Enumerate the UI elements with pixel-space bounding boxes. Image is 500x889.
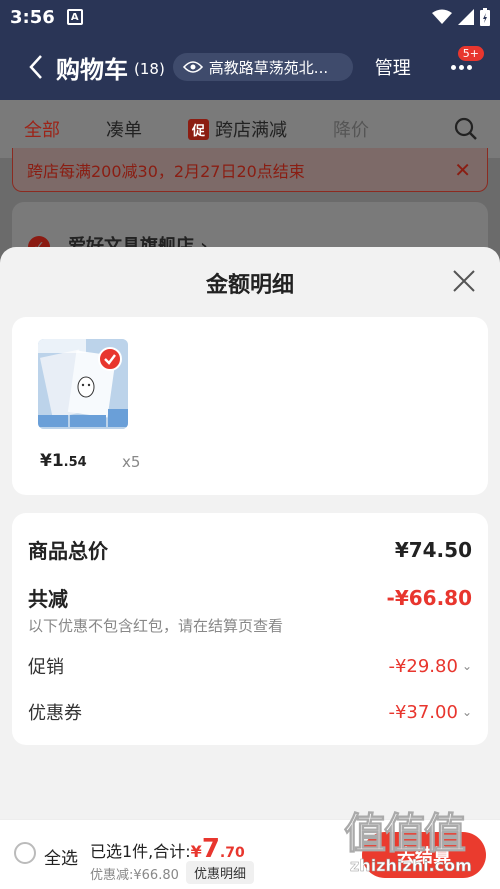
promo-value: -¥29.80 xyxy=(388,655,458,677)
tab-label: 跨店满减 xyxy=(215,120,288,141)
promo-row[interactable]: 促销 -¥29.80 ⌄ xyxy=(28,653,472,679)
coupon-label: 优惠券 xyxy=(28,703,82,724)
total-value: ¥74.50 xyxy=(394,537,472,562)
total-row: 商品总价 ¥74.50 xyxy=(28,535,472,564)
more-button[interactable]: 5+ xyxy=(446,46,484,78)
coupon-row[interactable]: 优惠券 -¥37.00 ⌄ xyxy=(28,699,472,725)
promo-badge: 促 xyxy=(188,118,210,140)
location-selector[interactable]: 高教路草荡苑北... xyxy=(172,53,353,81)
manage-button[interactable]: 管理 xyxy=(375,54,411,80)
sheet-title: 金额明细 xyxy=(205,273,294,298)
cart-count: (18) xyxy=(134,60,165,78)
promo-value-wrap: -¥29.80 ⌄ xyxy=(388,656,472,677)
total-small: .70 xyxy=(219,845,245,861)
total-amount: ¥7.70 xyxy=(191,834,245,864)
goods-price: ¥1.54 xyxy=(40,451,87,471)
reduce-value: -¥66.80 xyxy=(386,585,472,610)
select-all-label[interactable]: 全选 xyxy=(44,844,78,869)
location-text: 高教路草荡苑北... xyxy=(208,58,329,77)
search-button[interactable] xyxy=(454,117,478,146)
coupon-value: -¥37.00 xyxy=(388,701,458,723)
close-icon[interactable]: ✕ xyxy=(454,158,471,182)
tab-label: 降价 xyxy=(333,120,370,141)
chevron-down-icon: ⌄ xyxy=(461,705,472,719)
reduce-label: 共减 xyxy=(28,587,68,611)
checkout-bar: 全选 已选1件,合计: ¥7.70 优惠减:¥66.80 优惠明细 去结算 xyxy=(0,819,500,889)
reduce-row: 共减 -¥66.80 xyxy=(28,583,472,612)
cart-header: 购物车 (18) 高教路草荡苑北... 管理 5+ xyxy=(0,34,500,100)
chevron-left-icon xyxy=(29,55,42,79)
reduce-note: 以下优惠不包含红包，请在结算页查看 xyxy=(28,617,284,635)
notification-icon: A xyxy=(66,9,83,25)
coupon-value-wrap: -¥37.00 ⌄ xyxy=(388,702,472,723)
total-big: 7 xyxy=(201,834,220,864)
status-time: 3:56 xyxy=(10,6,55,28)
tab-label: 凑单 xyxy=(106,120,142,141)
discount-line: 优惠减:¥66.80 xyxy=(90,868,179,883)
tab-label: 全部 xyxy=(24,120,60,141)
goods-quantity: x5 xyxy=(122,453,141,471)
discount-detail-button[interactable]: 优惠明细 xyxy=(186,861,255,884)
page-title: 购物车 xyxy=(56,55,128,84)
price-decimal: .54 xyxy=(63,455,87,470)
search-icon xyxy=(454,117,477,140)
product-thumbnail[interactable] xyxy=(38,339,128,429)
selected-prefix: 已选1件,合计: xyxy=(90,842,191,861)
promo-text: 跨店每满200减30，2月27日20点结束 xyxy=(27,161,305,181)
tab-price-drop[interactable]: 降价 xyxy=(333,116,369,142)
status-bar: 3:56 A xyxy=(0,0,500,34)
tab-all[interactable]: 全部 xyxy=(24,116,60,142)
close-button[interactable] xyxy=(452,269,476,293)
product-image xyxy=(38,339,128,429)
total-symbol: ¥ xyxy=(190,842,202,861)
select-all-radio[interactable] xyxy=(14,842,36,864)
more-dot-icon xyxy=(466,64,472,70)
summary-line: 已选1件,合计: ¥7.70 xyxy=(90,834,245,864)
amount-detail-sheet: 金额明细 ¥1.54 x5 商品总价 ¥74.50 共减 -¥66.80 以下优… xyxy=(0,247,500,819)
more-dot-icon xyxy=(450,64,456,70)
signal-icon xyxy=(458,9,474,25)
promo-banner: 跨店每满200减30，2月27日20点结束 ✕ xyxy=(12,148,488,192)
more-dot-icon xyxy=(458,64,464,70)
status-icons xyxy=(432,8,490,26)
back-button[interactable] xyxy=(16,34,56,100)
battery-icon xyxy=(480,8,490,26)
checkout-button[interactable]: 去结算 xyxy=(362,832,486,878)
more-badge: 5+ xyxy=(457,46,484,61)
total-label: 商品总价 xyxy=(28,539,108,563)
eye-icon xyxy=(182,61,203,73)
promo-label: 促销 xyxy=(28,657,64,678)
close-icon xyxy=(453,270,475,292)
chevron-down-icon: ⌄ xyxy=(461,659,472,673)
amount-detail-card: 商品总价 ¥74.50 共减 -¥66.80 以下优惠不包含红包，请在结算页查看… xyxy=(12,513,488,745)
wifi-icon xyxy=(432,9,452,24)
tab-bundle[interactable]: 凑单 xyxy=(106,116,142,142)
tab-cross-store[interactable]: 促 跨店满减 xyxy=(188,116,287,142)
price-main: ¥1 xyxy=(40,451,64,471)
goods-card: ¥1.54 x5 xyxy=(12,317,488,495)
